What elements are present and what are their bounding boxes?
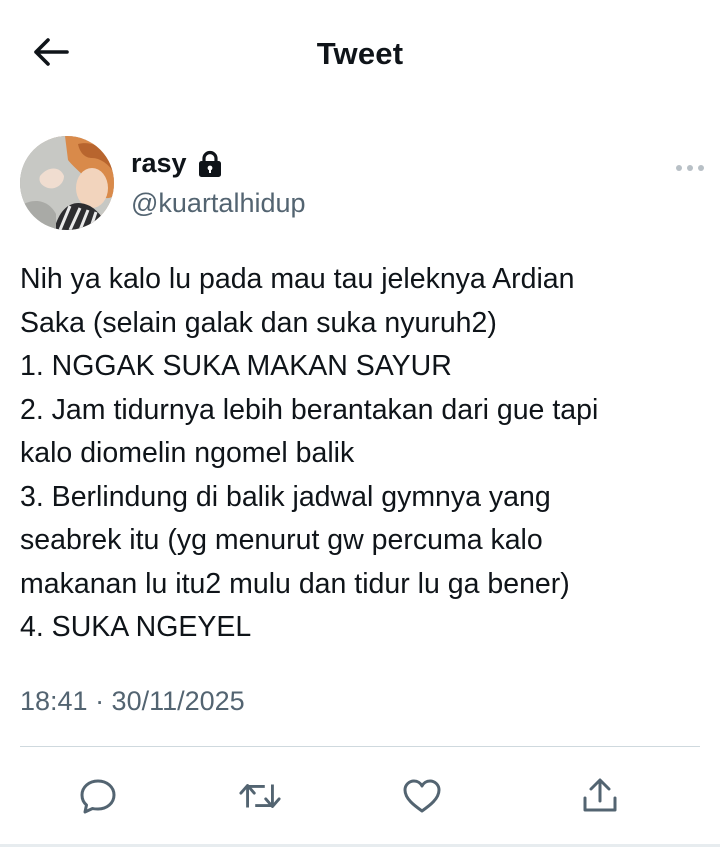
avatar-image [20, 136, 114, 230]
like-button[interactable] [400, 774, 444, 818]
tweet-line: 1. NGGAK SUKA MAKAN SAYUR [20, 350, 452, 382]
divider [20, 746, 700, 747]
name-row: rasy [131, 148, 223, 179]
share-icon [583, 778, 617, 812]
page-title: Tweet [316, 36, 404, 71]
tweet-line: Nih ya kalo lu pada mau tau jeleknya Ard… [20, 263, 575, 295]
lock-icon [197, 150, 223, 178]
tweet-line: kalo diomelin ngomel balik [20, 437, 355, 469]
like-icon [403, 779, 441, 813]
tweet-line: 2. Jam tidurnya lebih berantakan dari gu… [20, 393, 599, 426]
reply-icon [80, 779, 116, 814]
tweet-line: Saka (selain galak dan suka nyuruh2) [20, 306, 497, 339]
tweet-line: seabrek itu (yg menurut gw percuma kalo [20, 524, 543, 556]
display-name[interactable]: rasy [131, 148, 187, 179]
more-icon [676, 165, 704, 171]
reply-button[interactable] [76, 774, 120, 818]
tweet-timestamp[interactable]: 18:41 · 30/11/2025 [20, 686, 245, 717]
action-bar [0, 770, 720, 826]
avatar[interactable] [20, 136, 114, 230]
top-bar: Tweet [0, 0, 720, 108]
tweet-text: Nih ya kalo lu pada mau tau jeleknya Ard… [20, 258, 710, 650]
tweet-line: 4. SUKA NGEYEL [20, 611, 252, 643]
tweet-line: makanan lu itu2 mulu dan tidur lu ga ben… [20, 567, 570, 600]
retweet-button[interactable] [238, 774, 282, 818]
tweet-author: rasy @kuartalhidup [20, 136, 710, 236]
share-button[interactable] [578, 774, 622, 818]
user-handle[interactable]: @kuartalhidup [131, 188, 306, 219]
more-button[interactable] [670, 158, 710, 178]
retweet-icon [239, 784, 281, 808]
tweet-line: 3. Berlindung di balik jadwal gymnya yan… [20, 480, 551, 513]
